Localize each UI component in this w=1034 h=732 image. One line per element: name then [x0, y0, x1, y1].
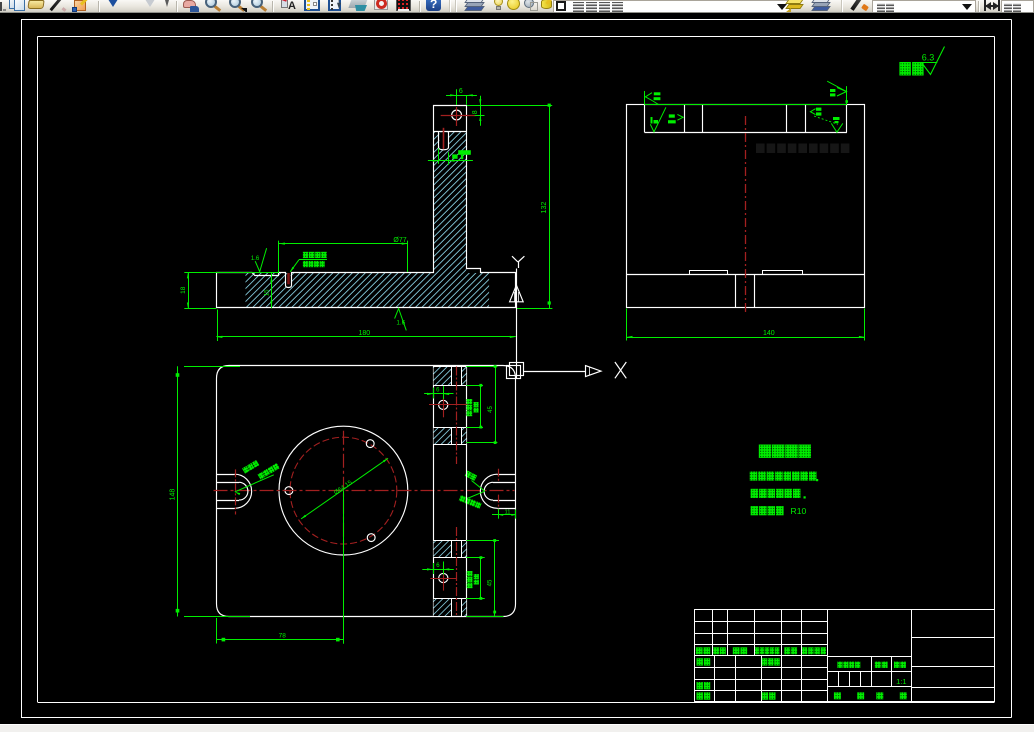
svg-text:132: 132 — [541, 202, 548, 214]
svg-text:6: 6 — [459, 88, 463, 95]
svg-text:Ø77: Ø77 — [393, 237, 406, 244]
svg-text:R10: R10 — [791, 506, 807, 516]
svg-text:45: 45 — [488, 579, 494, 586]
svg-text:18: 18 — [180, 286, 187, 294]
svg-text:11: 11 — [504, 509, 510, 515]
svg-text:140: 140 — [763, 330, 775, 337]
svg-text:1.6: 1.6 — [396, 320, 405, 327]
svg-text:45: 45 — [488, 406, 494, 413]
svg-text:6.3: 6.3 — [922, 53, 935, 63]
svg-text:78: 78 — [279, 632, 287, 639]
svg-text:8: 8 — [472, 110, 479, 114]
svg-text:180: 180 — [358, 330, 370, 337]
svg-text:148: 148 — [170, 489, 177, 501]
svg-text:1.6: 1.6 — [251, 256, 260, 262]
svg-text:1:1: 1:1 — [896, 677, 906, 686]
svg-text:15: 15 — [263, 289, 270, 296]
